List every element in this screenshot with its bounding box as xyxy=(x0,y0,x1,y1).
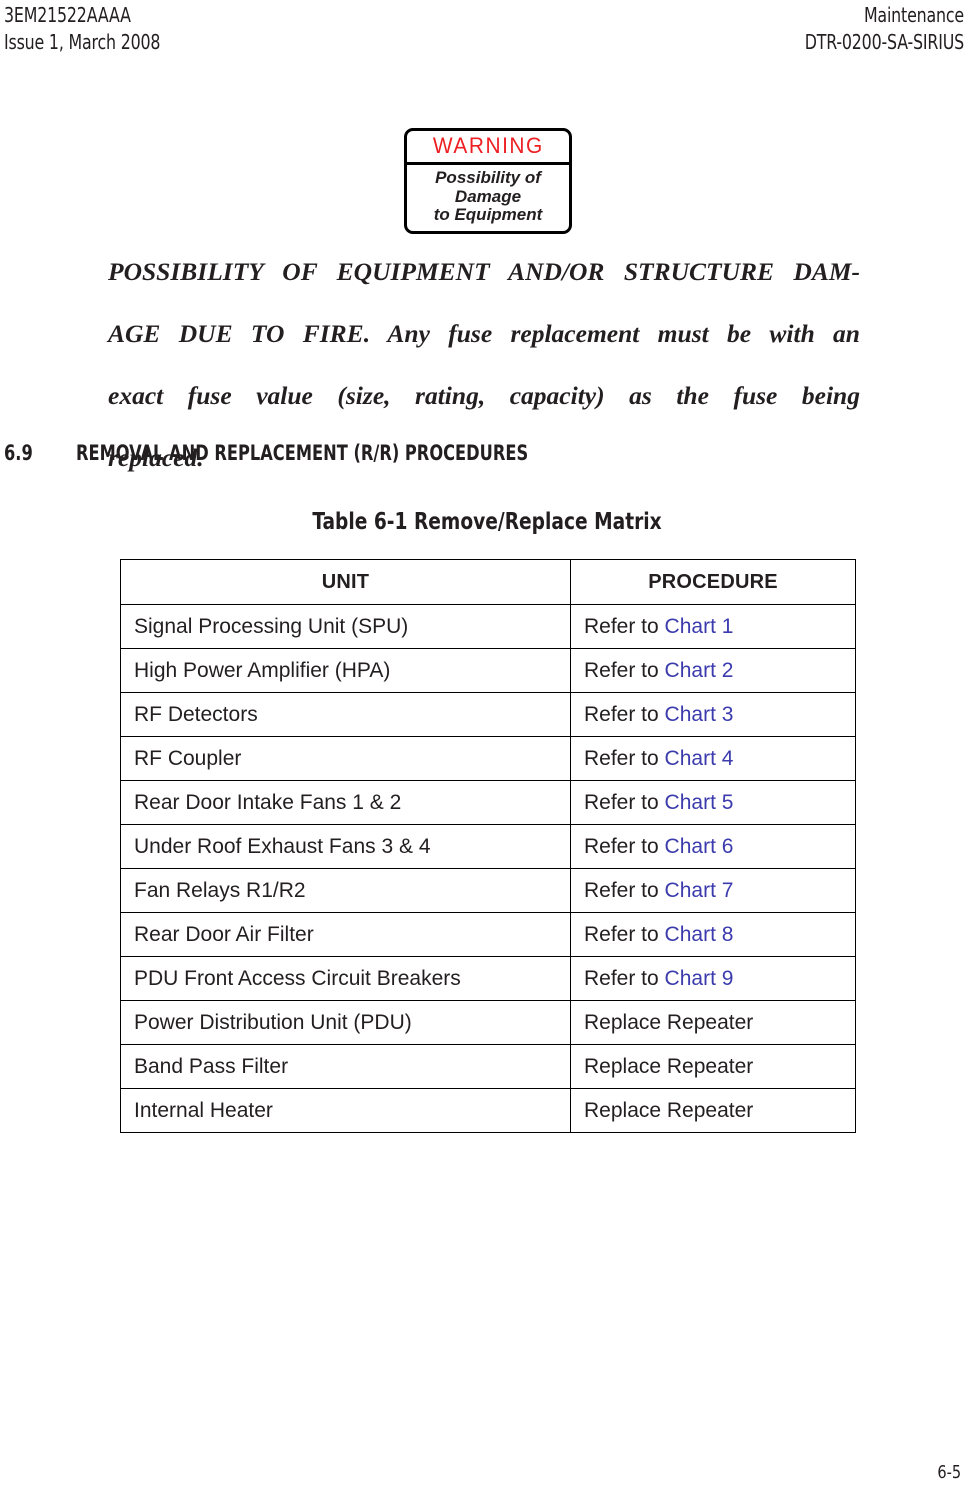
cell-unit: Power Distribution Unit (PDU) xyxy=(120,1000,571,1045)
table-body: Signal Processing Unit (SPU) Refer to Cha… xyxy=(120,604,856,1133)
warning-label: WARNING xyxy=(432,133,544,158)
cell-unit: RF Detectors xyxy=(120,692,571,737)
chart-link[interactable]: Chart 9 xyxy=(665,967,734,990)
product-code: DTR-0200-SA-SIRIUS xyxy=(804,30,964,54)
chart-link[interactable]: Chart 1 xyxy=(665,615,734,638)
cell-procedure[interactable]: Refer to Chart 4 xyxy=(570,736,856,781)
cell-unit: Rear Door Air Filter xyxy=(120,912,571,957)
warning-paragraph-line-2: AGE DUE TO FIRE. Any fuse replacement mu… xyxy=(108,319,860,348)
cell-unit: Internal Heater xyxy=(120,1088,571,1133)
column-header-procedure: PROCEDURE xyxy=(570,559,856,605)
remove-replace-matrix-table: UNIT PROCEDURE Signal Processing Unit (S… xyxy=(120,559,856,1133)
cell-unit: Signal Processing Unit (SPU) xyxy=(120,604,571,649)
header-left-block: 3EM21522AAAA Issue 1, March 2008 xyxy=(4,2,182,56)
table-row: Internal Heater Replace Repeater xyxy=(120,1088,856,1133)
chart-link[interactable]: Chart 8 xyxy=(665,923,734,946)
warning-sign: WARNING Possibility of Damage to Equipme… xyxy=(404,128,572,234)
chapter-name: Maintenance xyxy=(863,3,964,27)
section-title: REMOVAL AND REPLACEMENT (R/R) PROCEDURES xyxy=(76,441,529,465)
cell-unit: Under Roof Exhaust Fans 3 & 4 xyxy=(120,824,571,869)
procedure-prefix: Refer to xyxy=(584,790,665,814)
cell-unit: High Power Amplifier (HPA) xyxy=(120,648,571,693)
page-number: 6-5 xyxy=(936,1462,961,1483)
procedure-prefix: Refer to xyxy=(584,922,665,946)
cell-procedure[interactable]: Refer to Chart 7 xyxy=(570,868,856,913)
chart-link[interactable]: Chart 2 xyxy=(665,659,734,682)
cell-unit: Rear Door Intake Fans 1 & 2 xyxy=(120,780,571,825)
header-right-block: Maintenance DTR-0200-SA-SIRIUS xyxy=(783,2,964,56)
chart-link[interactable]: Chart 3 xyxy=(665,703,734,726)
table-row: High Power Amplifier (HPA) Refer to Chart… xyxy=(120,648,856,693)
section-heading: 6.9 REMOVAL AND REPLACEMENT (R/R) PROCEDU… xyxy=(4,440,904,466)
table-row: Signal Processing Unit (SPU) Refer to Cha… xyxy=(120,604,856,649)
procedure-prefix: Refer to xyxy=(584,878,665,902)
table-row: Under Roof Exhaust Fans 3 & 4 Refer to Ch… xyxy=(120,824,856,869)
cell-unit: RF Coupler xyxy=(120,736,571,781)
procedure-prefix: Refer to xyxy=(584,834,665,858)
procedure-prefix: Refer to xyxy=(584,966,665,990)
cell-procedure[interactable]: Refer to Chart 8 xyxy=(570,912,856,957)
warning-paragraph-line-3: exact fuse value (size, rating, capacity… xyxy=(108,381,860,410)
cell-procedure: Replace Repeater xyxy=(570,1000,856,1045)
chart-link[interactable]: Chart 6 xyxy=(665,835,734,858)
table-caption-text: Table 6-1 Remove/Replace Matrix xyxy=(312,509,662,535)
procedure-prefix: Refer to xyxy=(584,658,665,682)
cell-procedure: Replace Repeater xyxy=(570,1088,856,1133)
warning-paragraph-line-1: POSSIBILITY OF EQUIPMENT AND/OR STRUCTUR… xyxy=(108,257,860,286)
section-number: 6.9 xyxy=(4,441,33,465)
cell-procedure[interactable]: Refer to Chart 2 xyxy=(570,648,856,693)
table-header-row: UNIT PROCEDURE xyxy=(120,559,856,605)
cell-procedure[interactable]: Refer to Chart 3 xyxy=(570,692,856,737)
warning-sign-title-area: WARNING xyxy=(407,131,569,165)
procedure-prefix: Refer to xyxy=(584,746,665,770)
table-row: PDU Front Access Circuit Breakers Refer t… xyxy=(120,956,856,1001)
column-header-unit: UNIT xyxy=(120,559,571,605)
cell-procedure[interactable]: Refer to Chart 5 xyxy=(570,780,856,825)
procedure-prefix: Refer to xyxy=(584,702,665,726)
table-row: Power Distribution Unit (PDU) Replace Rep… xyxy=(120,1000,856,1045)
cell-unit: Band Pass Filter xyxy=(120,1044,571,1089)
page-footer: 6-5 xyxy=(0,1462,974,1483)
chart-link[interactable]: Chart 7 xyxy=(665,879,734,902)
chart-link[interactable]: Chart 5 xyxy=(665,791,734,814)
cell-procedure[interactable]: Refer to Chart 1 xyxy=(570,604,856,649)
table-row: RF Detectors Refer to Chart 3 xyxy=(120,692,856,737)
document-number: 3EM21522AAAA xyxy=(4,3,131,27)
procedure-prefix: Refer to xyxy=(584,614,665,638)
warning-sign-body-area: Possibility of Damage to Equipment xyxy=(407,165,569,231)
cell-unit: PDU Front Access Circuit Breakers xyxy=(120,956,571,1001)
table-row: Rear Door Air Filter Refer to Chart 8 xyxy=(120,912,856,957)
table-row: Fan Relays R1/R2 Refer to Chart 7 xyxy=(120,868,856,913)
table-header: UNIT PROCEDURE xyxy=(120,559,856,605)
warning-sign-body-line-2: Damage xyxy=(454,186,522,206)
cell-procedure[interactable]: Refer to Chart 9 xyxy=(570,956,856,1001)
table-row: Band Pass Filter Replace Repeater xyxy=(120,1044,856,1089)
page-header: 3EM21522AAAA Issue 1, March 2008 Mainten… xyxy=(0,0,974,60)
cell-unit: Fan Relays R1/R2 xyxy=(120,868,571,913)
issue-date: Issue 1, March 2008 xyxy=(4,30,161,54)
table-row: RF Coupler Refer to Chart 4 xyxy=(120,736,856,781)
cell-procedure: Replace Repeater xyxy=(570,1044,856,1089)
table-caption: Table 6-1 Remove/Replace Matrix xyxy=(0,508,974,536)
warning-sign-body-line-3: to Equipment xyxy=(433,205,543,224)
warning-sign-body-line-1: Possibility of xyxy=(435,168,541,187)
chart-link[interactable]: Chart 4 xyxy=(665,747,734,770)
cell-procedure[interactable]: Refer to Chart 6 xyxy=(570,824,856,869)
table-row: Rear Door Intake Fans 1 & 2 Refer to Char… xyxy=(120,780,856,825)
